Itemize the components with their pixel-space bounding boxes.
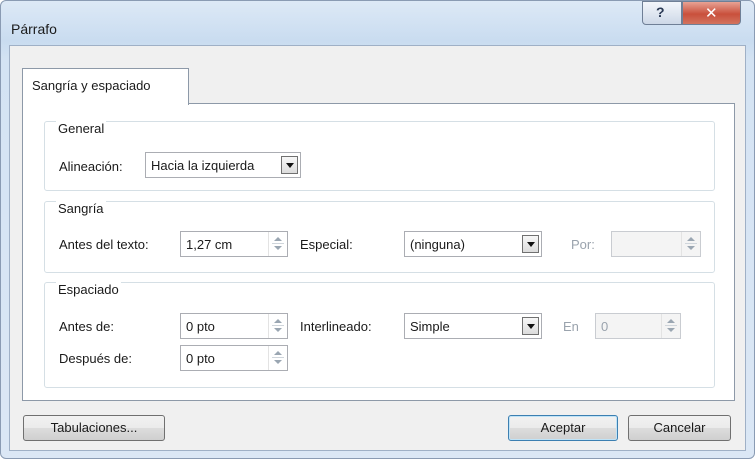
at-value: 0 (601, 319, 609, 334)
cancel-button[interactable]: Cancelar (628, 415, 731, 441)
before-text-stepper[interactable] (268, 232, 287, 256)
tab-panel: General Alineación: Hacia la izquierda S… (22, 103, 735, 401)
at-label: En (563, 319, 579, 334)
close-icon: ✕ (705, 5, 718, 22)
help-button[interactable]: ? (642, 1, 682, 25)
chevron-down-icon (527, 324, 535, 329)
indent-group: Sangría Antes del texto: 1,27 cm Especia… (44, 201, 715, 273)
alignment-value: Hacia la izquierda (151, 158, 255, 173)
line-spacing-dropdown-button[interactable] (522, 317, 539, 335)
line-spacing-label: Interlineado: (300, 319, 372, 334)
spin-divider (665, 325, 677, 326)
spin-up-icon (274, 351, 282, 355)
spin-down-icon (274, 360, 282, 364)
close-button[interactable]: ✕ (682, 1, 741, 25)
tab-label: Sangría y espaciado (32, 78, 151, 93)
spin-divider (272, 243, 284, 244)
general-title: General (56, 121, 107, 136)
special-value: (ninguna) (410, 237, 465, 252)
after-spacing-stepper[interactable] (268, 346, 287, 370)
special-dropdown-button[interactable] (522, 235, 539, 253)
after-spacing-label: Después de: (59, 351, 132, 366)
spin-down-icon (667, 328, 675, 332)
spacing-title: Espaciado (56, 282, 121, 297)
spin-down-icon (274, 246, 282, 250)
alignment-select[interactable]: Hacia la izquierda (145, 152, 301, 178)
paragraph-dialog: Párrafo ? ✕ Sangría y espaciado General … (0, 0, 755, 459)
chevron-down-icon (286, 163, 294, 168)
before-text-value: 1,27 cm (186, 237, 233, 252)
help-icon: ? (656, 4, 665, 20)
spin-up-icon (274, 237, 282, 241)
at-spinner[interactable]: 0 (595, 313, 681, 339)
spin-down-icon (274, 328, 282, 332)
before-spacing-stepper[interactable] (268, 314, 287, 338)
by-spinner[interactable] (611, 231, 701, 257)
dialog-title: Párrafo (11, 21, 57, 37)
at-stepper[interactable] (661, 314, 680, 338)
before-spacing-label: Antes de: (59, 319, 114, 334)
title-bar[interactable]: Párrafo ? ✕ (1, 1, 754, 45)
before-spacing-spinner[interactable]: 0 pto (180, 313, 288, 339)
alignment-dropdown-button[interactable] (281, 156, 298, 174)
dialog-body: Sangría y espaciado General Alineación: … (9, 45, 746, 451)
special-select[interactable]: (ninguna) (404, 231, 542, 257)
tab-indent-spacing[interactable]: Sangría y espaciado (22, 68, 189, 105)
before-text-spinner[interactable]: 1,27 cm (180, 231, 288, 257)
after-spacing-value: 0 pto (186, 351, 215, 366)
spin-up-icon (667, 319, 675, 323)
special-label: Especial: (300, 237, 353, 252)
spin-divider (272, 357, 284, 358)
ok-button[interactable]: Aceptar (508, 415, 618, 441)
chevron-down-icon (527, 242, 535, 247)
spin-up-icon (274, 319, 282, 323)
spin-divider (685, 243, 697, 244)
by-label: Por: (571, 237, 595, 252)
after-spacing-spinner[interactable]: 0 pto (180, 345, 288, 371)
alignment-label: Alineación: (59, 159, 123, 174)
spin-down-icon (687, 246, 695, 250)
before-text-label: Antes del texto: (59, 237, 149, 252)
tabs-button[interactable]: Tabulaciones... (23, 415, 165, 441)
line-spacing-select[interactable]: Simple (404, 313, 542, 339)
by-stepper[interactable] (681, 232, 700, 256)
spin-divider (272, 325, 284, 326)
before-spacing-value: 0 pto (186, 319, 215, 334)
spacing-group: Espaciado Antes de: 0 pto Después de: 0 … (44, 282, 715, 388)
spin-up-icon (687, 237, 695, 241)
general-group: General Alineación: Hacia la izquierda (44, 121, 715, 191)
indent-title: Sangría (56, 201, 106, 216)
line-spacing-value: Simple (410, 319, 450, 334)
